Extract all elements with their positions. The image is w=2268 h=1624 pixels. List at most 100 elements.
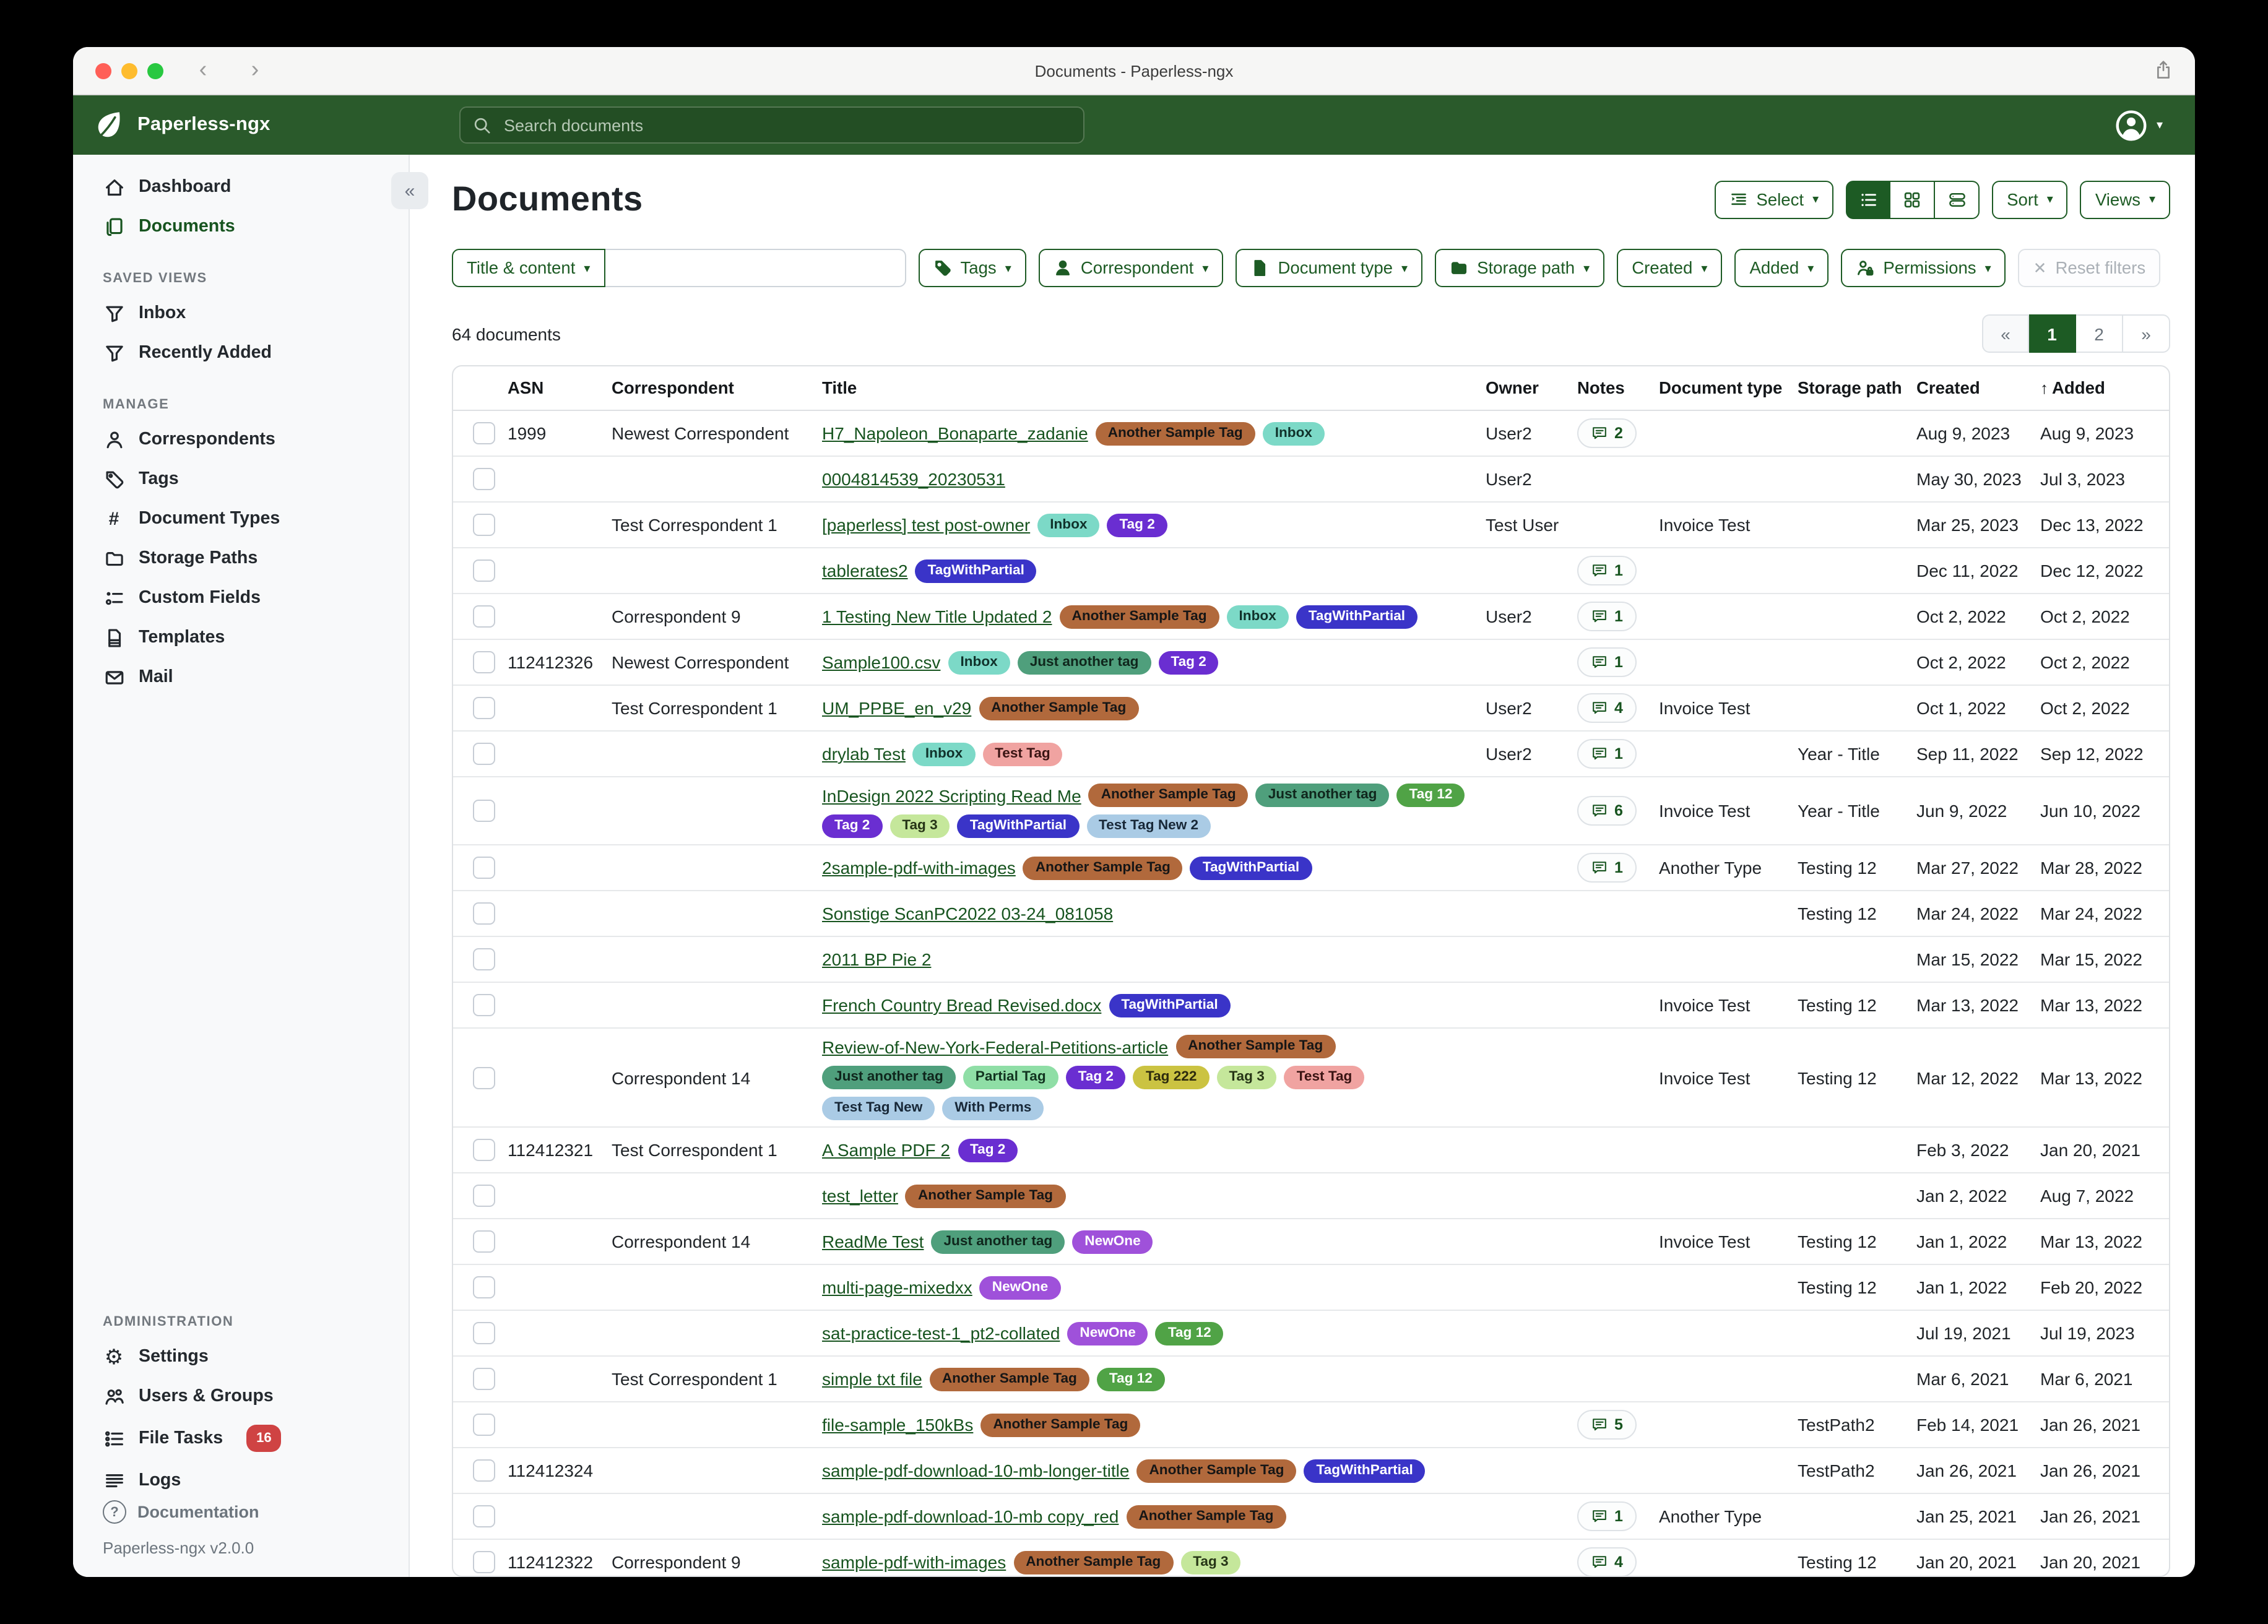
- column-header-correspondent[interactable]: Correspondent: [612, 366, 822, 410]
- row-checkbox[interactable]: [473, 1505, 495, 1527]
- pagination-page-1[interactable]: 1: [2029, 314, 2076, 353]
- row-checkbox[interactable]: [473, 697, 495, 719]
- row-checkbox[interactable]: [473, 559, 495, 582]
- column-header-created[interactable]: Created: [1916, 366, 2040, 410]
- sidebar-item-custom-fields[interactable]: Custom Fields: [73, 578, 409, 618]
- filter-reset-filters-button[interactable]: ✕Reset filters: [2019, 249, 2161, 287]
- sidebar-item-templates[interactable]: Templates: [73, 618, 409, 657]
- row-checkbox[interactable]: [473, 1066, 495, 1089]
- document-link[interactable]: H7_Napoleon_Bonaparte_zadanie: [822, 423, 1088, 443]
- tag-chip[interactable]: Tag 3: [1180, 1550, 1240, 1574]
- tag-chip[interactable]: Another Sample Tag: [1060, 605, 1219, 628]
- title-content-filter-input[interactable]: [605, 249, 906, 287]
- tag-chip[interactable]: Test Tag New: [822, 1097, 935, 1120]
- tag-chip[interactable]: Another Sample Tag: [1023, 856, 1183, 879]
- document-link[interactable]: file-sample_150kBs: [822, 1415, 973, 1435]
- pagination-page-2[interactable]: 2: [2076, 314, 2123, 353]
- notes-badge[interactable]: 6: [1577, 796, 1637, 826]
- column-header-document-type[interactable]: Document type: [1659, 366, 1798, 410]
- document-link[interactable]: test_letter: [822, 1186, 898, 1206]
- row-checkbox[interactable]: [473, 514, 495, 536]
- notes-badge[interactable]: 1: [1577, 602, 1637, 631]
- sidebar-item-storage-paths[interactable]: Storage Paths: [73, 538, 409, 578]
- row-checkbox[interactable]: [473, 1185, 495, 1207]
- document-link[interactable]: [paperless] test post-owner: [822, 515, 1030, 535]
- document-link[interactable]: Sonstige ScanPC2022 03-24_081058: [822, 904, 1113, 923]
- document-link[interactable]: drylab Test: [822, 744, 906, 764]
- tag-chip[interactable]: Another Sample Tag: [930, 1367, 1089, 1391]
- sidebar-item-file-tasks[interactable]: File Tasks16: [73, 1416, 409, 1461]
- tag-chip[interactable]: With Perms: [942, 1097, 1044, 1120]
- row-checkbox[interactable]: [473, 1368, 495, 1390]
- tag-chip[interactable]: Another Sample Tag: [1126, 1505, 1286, 1528]
- document-link[interactable]: InDesign 2022 Scripting Read Me: [822, 785, 1081, 805]
- document-link[interactable]: sample-pdf-download-10-mb-longer-title: [822, 1461, 1129, 1480]
- tag-chip[interactable]: TagWithPartial: [958, 814, 1079, 838]
- tag-chip[interactable]: Tag 222: [1133, 1066, 1209, 1089]
- row-checkbox[interactable]: [473, 1276, 495, 1298]
- tag-chip[interactable]: Another Sample Tag: [979, 696, 1138, 720]
- tag-chip[interactable]: Another Sample Tag: [1013, 1550, 1173, 1574]
- filter-permissions-button[interactable]: Permissions▾: [1841, 249, 2006, 287]
- notes-badge[interactable]: 1: [1577, 647, 1637, 677]
- column-header-storage-path[interactable]: Storage path: [1798, 366, 1916, 410]
- row-checkbox[interactable]: [473, 1414, 495, 1436]
- tag-chip[interactable]: Tag 3: [1216, 1066, 1276, 1089]
- tag-chip[interactable]: Tag 2: [958, 1138, 1018, 1162]
- tag-chip[interactable]: Another Sample Tag: [1175, 1035, 1335, 1058]
- sidebar-item-recently-added[interactable]: Recently Added: [73, 333, 409, 373]
- column-header-owner[interactable]: Owner: [1486, 366, 1577, 410]
- sidebar-item-document-types[interactable]: #Document Types: [73, 499, 409, 538]
- tag-chip[interactable]: TagWithPartial: [1296, 605, 1418, 628]
- tag-chip[interactable]: Just another tag: [931, 1230, 1065, 1253]
- user-menu[interactable]: ▾: [2114, 109, 2163, 142]
- notes-badge[interactable]: 1: [1577, 853, 1637, 883]
- document-link[interactable]: Sample100.csv: [822, 652, 940, 672]
- select-button[interactable]: Select ▾: [1714, 180, 1833, 218]
- tag-chip[interactable]: Another Sample Tag: [980, 1413, 1140, 1436]
- row-checkbox[interactable]: [473, 1230, 495, 1253]
- tag-chip[interactable]: Inbox: [1263, 421, 1325, 445]
- notes-badge[interactable]: 4: [1577, 693, 1637, 723]
- search-input[interactable]: [501, 114, 1071, 136]
- sidebar-item-documents[interactable]: Documents: [73, 207, 409, 246]
- document-link[interactable]: sample-pdf-download-10-mb copy_red: [822, 1506, 1119, 1526]
- tag-chip[interactable]: Just another tag: [1018, 650, 1151, 674]
- document-link[interactable]: 2sample-pdf-with-images: [822, 858, 1016, 878]
- tag-chip[interactable]: Tag 12: [1097, 1367, 1165, 1391]
- filter-storage-path-button[interactable]: Storage path▾: [1435, 249, 1604, 287]
- sidebar-item-documentation[interactable]: ? Documentation: [103, 1500, 409, 1524]
- tag-chip[interactable]: Another Sample Tag: [1089, 784, 1249, 807]
- tag-chip[interactable]: Inbox: [948, 650, 1010, 674]
- tag-chip[interactable]: Inbox: [1227, 605, 1289, 628]
- column-header-notes[interactable]: Notes: [1577, 366, 1659, 410]
- notes-badge[interactable]: 4: [1577, 1547, 1637, 1577]
- tag-chip[interactable]: Tag 2: [1066, 1066, 1126, 1089]
- notes-badge[interactable]: 1: [1577, 556, 1637, 585]
- row-checkbox[interactable]: [473, 743, 495, 765]
- row-checkbox[interactable]: [473, 994, 495, 1016]
- tag-chip[interactable]: Just another tag: [1256, 784, 1390, 807]
- document-link[interactable]: tablerates2: [822, 561, 908, 581]
- filter-added-button[interactable]: Added▾: [1734, 249, 1829, 287]
- filter-correspondent-button[interactable]: Correspondent▾: [1039, 249, 1224, 287]
- column-header-added[interactable]: ↑Added: [2040, 366, 2169, 410]
- row-checkbox[interactable]: [473, 1322, 495, 1344]
- tag-chip[interactable]: Another Sample Tag: [1136, 1459, 1296, 1482]
- document-link[interactable]: A Sample PDF 2: [822, 1140, 950, 1160]
- notes-badge[interactable]: 1: [1577, 739, 1637, 769]
- tag-chip[interactable]: Another Sample Tag: [906, 1184, 1065, 1207]
- filter-document-type-button[interactable]: Document type▾: [1236, 249, 1422, 287]
- document-link[interactable]: 1 Testing New Title Updated 2: [822, 607, 1052, 626]
- row-checkbox[interactable]: [473, 1459, 495, 1482]
- sidebar-item-settings[interactable]: ⚙Settings: [73, 1337, 409, 1376]
- tag-chip[interactable]: Tag 2: [822, 814, 882, 838]
- tag-chip[interactable]: Inbox: [1037, 513, 1099, 537]
- row-checkbox[interactable]: [473, 948, 495, 970]
- tag-chip[interactable]: NewOne: [980, 1276, 1060, 1299]
- tag-chip[interactable]: TagWithPartial: [1304, 1459, 1426, 1482]
- pagination-next-button[interactable]: »: [2123, 314, 2170, 353]
- notes-badge[interactable]: 5: [1577, 1410, 1637, 1440]
- tag-chip[interactable]: Partial Tag: [963, 1066, 1058, 1089]
- document-link[interactable]: 2011 BP Pie 2: [822, 949, 931, 969]
